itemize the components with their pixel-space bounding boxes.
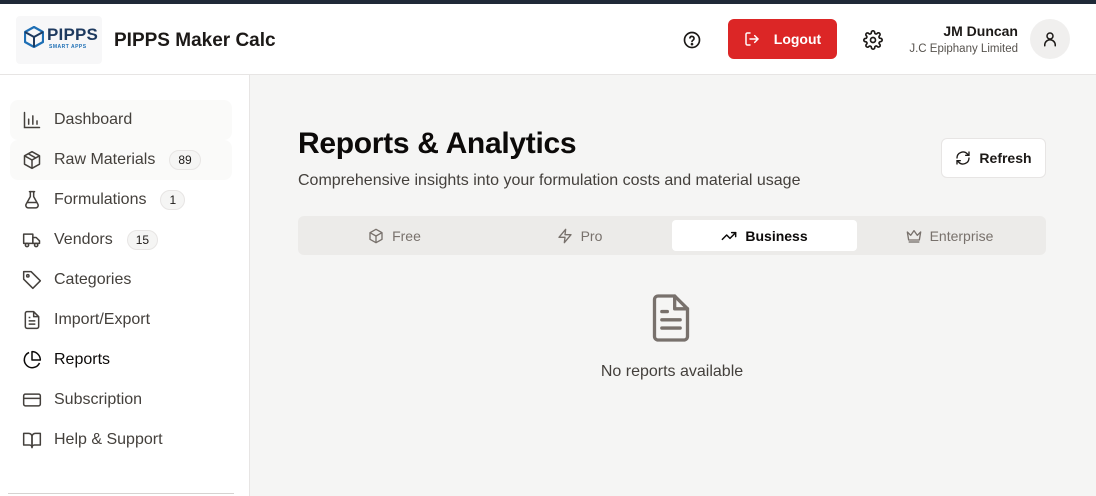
sidebar-item-help-support[interactable]: Help & Support bbox=[10, 420, 232, 460]
sidebar: Dashboard Raw Materials 89 Formulations … bbox=[0, 75, 250, 496]
sidebar-item-label: Reports bbox=[54, 351, 111, 368]
sidebar-item-label: Import/Export bbox=[54, 311, 151, 328]
logo-tagline: SMART APPS bbox=[49, 44, 87, 50]
sidebar-item-raw-materials[interactable]: Raw Materials 89 bbox=[10, 140, 232, 180]
zap-icon bbox=[557, 228, 572, 243]
page-subtitle: Comprehensive insights into your formula… bbox=[298, 172, 801, 189]
empty-state-message: No reports available bbox=[600, 363, 744, 380]
tab-label: Pro bbox=[580, 227, 603, 244]
sidebar-item-vendors[interactable]: Vendors 15 bbox=[10, 220, 232, 260]
sidebar-item-subscription[interactable]: Subscription bbox=[10, 380, 232, 420]
sidebar-item-label: Raw Materials bbox=[54, 151, 156, 168]
log-out-icon bbox=[745, 32, 759, 46]
count-badge: 15 bbox=[126, 230, 159, 250]
tag-icon bbox=[22, 270, 42, 290]
crown-icon bbox=[906, 229, 921, 243]
tab-free[interactable]: Free bbox=[302, 220, 487, 251]
trending-up-icon bbox=[721, 231, 737, 240]
app-header: PIPPS SMART APPS PIPPS Maker Calc Logout… bbox=[0, 4, 1096, 75]
sidebar-item-reports[interactable]: Reports bbox=[10, 340, 232, 380]
app-logo[interactable]: PIPPS SMART APPS bbox=[16, 16, 102, 64]
count-badge: 1 bbox=[160, 190, 186, 210]
sidebar-item-dashboard[interactable]: Dashboard bbox=[10, 100, 232, 140]
sidebar-item-import-export[interactable]: Import/Export bbox=[10, 300, 232, 340]
cube-logo-icon bbox=[24, 26, 44, 48]
tab-label: Free bbox=[392, 227, 421, 244]
logout-label: Logout bbox=[773, 31, 822, 47]
flask-icon bbox=[22, 190, 42, 210]
sidebar-item-label: Formulations bbox=[54, 191, 147, 208]
main-content: Reports & Analytics Comprehensive insigh… bbox=[251, 75, 1096, 496]
user-name: JM Duncan bbox=[943, 23, 1018, 39]
refresh-button[interactable]: Refresh bbox=[941, 138, 1046, 178]
file-text-icon bbox=[652, 294, 690, 342]
credit-card-icon bbox=[22, 390, 42, 410]
page-title: Reports & Analytics bbox=[298, 127, 577, 160]
tab-label: Enterprise bbox=[929, 227, 994, 244]
pie-chart-icon bbox=[22, 350, 42, 370]
sidebar-item-label: Help & Support bbox=[54, 431, 163, 448]
package-icon bbox=[22, 150, 42, 170]
sidebar-item-label: Dashboard bbox=[54, 111, 133, 128]
app-title: PIPPS Maker Calc bbox=[114, 30, 276, 51]
tab-label: Business bbox=[745, 227, 808, 244]
file-text-icon bbox=[22, 310, 42, 330]
sidebar-item-label: Categories bbox=[54, 271, 132, 288]
logout-button[interactable]: Logout bbox=[728, 19, 837, 59]
sidebar-divider bbox=[8, 493, 234, 494]
user-organization: J.C Epiphany Limited bbox=[909, 43, 1018, 55]
user-icon bbox=[1044, 32, 1056, 47]
sidebar-item-formulations[interactable]: Formulations 1 bbox=[10, 180, 232, 220]
tab-business[interactable]: Business bbox=[672, 220, 857, 251]
bar-chart-icon bbox=[22, 110, 42, 130]
gear-icon[interactable] bbox=[863, 30, 883, 50]
tab-pro[interactable]: Pro bbox=[487, 220, 672, 251]
package-icon bbox=[369, 228, 383, 243]
book-icon bbox=[22, 430, 42, 450]
sidebar-item-label: Subscription bbox=[54, 391, 143, 408]
sidebar-item-categories[interactable]: Categories bbox=[10, 260, 232, 300]
refresh-icon bbox=[956, 151, 971, 165]
refresh-label: Refresh bbox=[979, 150, 1032, 166]
logo-wordmark: PIPPS bbox=[47, 25, 99, 44]
count-badge: 89 bbox=[169, 150, 201, 170]
sidebar-item-label: Vendors bbox=[54, 231, 113, 248]
truck-icon bbox=[22, 230, 42, 250]
avatar[interactable] bbox=[1030, 19, 1070, 59]
tab-enterprise[interactable]: Enterprise bbox=[857, 220, 1042, 251]
plan-tabs: Free Pro Business Enterprise bbox=[298, 216, 1046, 255]
help-circle-icon[interactable] bbox=[682, 30, 702, 50]
